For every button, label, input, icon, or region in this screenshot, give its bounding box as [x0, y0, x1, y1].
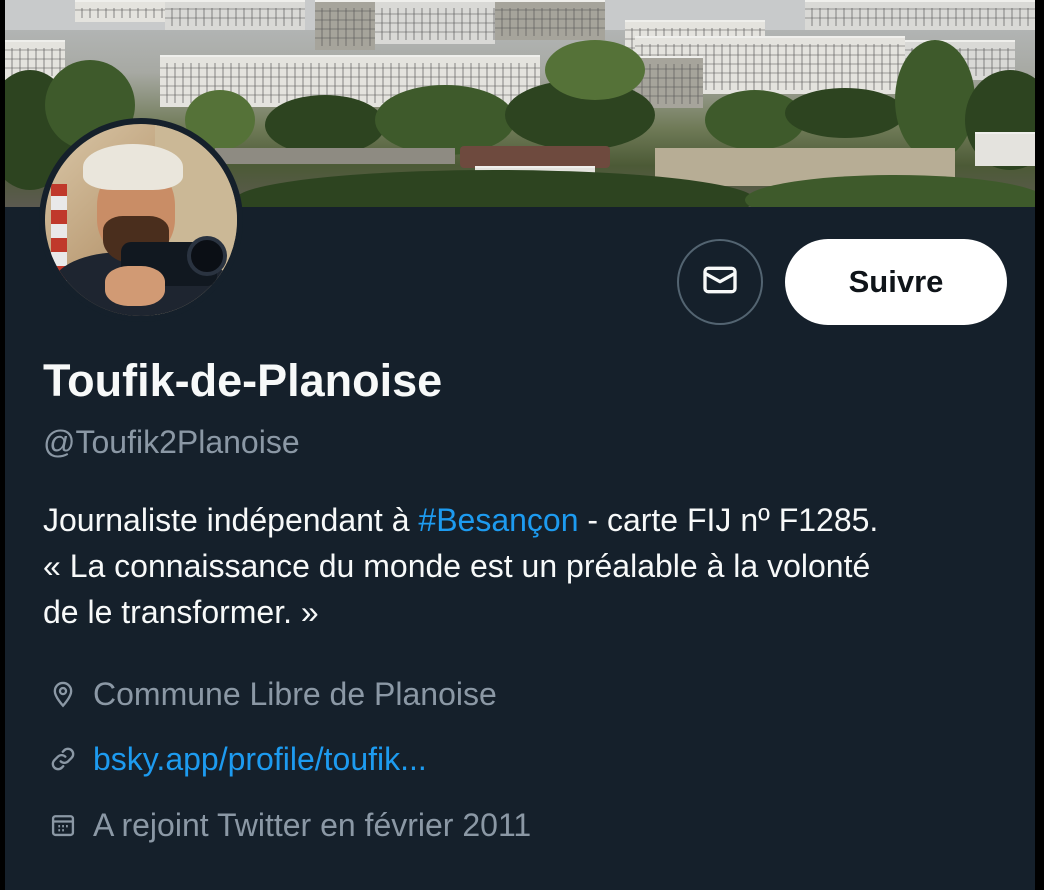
follow-button[interactable]: Suivre [785, 239, 1007, 325]
profile-website: bsky.app/profile/toufik... [45, 737, 427, 781]
profile-location: Commune Libre de Planoise [45, 672, 497, 716]
display-name: Toufik-de-Planoise [43, 355, 443, 406]
banner-building [165, 0, 305, 30]
calendar-icon [45, 807, 81, 843]
join-date-text: A rejoint Twitter en février 2011 [93, 806, 532, 843]
banner-building [375, 0, 495, 44]
website-link[interactable]: bsky.app/profile/toufik... [93, 741, 427, 778]
banner-tree [375, 85, 515, 155]
message-button[interactable] [677, 239, 763, 325]
location-text: Commune Libre de Planoise [93, 675, 497, 712]
bio-hashtag-link[interactable]: #Besançon [418, 502, 578, 538]
profile-screen: Suivre Toufik-de-Planoise @Toufik2Planoi… [5, 0, 1035, 890]
banner-building [315, 0, 375, 50]
avatar-photo [45, 124, 237, 316]
link-icon [45, 741, 81, 777]
banner-roof [460, 146, 610, 168]
user-handle: @Toufik2Planoise [43, 424, 300, 460]
profile-bio: Journaliste indépendant à #Besançon - ca… [43, 497, 1023, 635]
banner-tree [785, 88, 905, 138]
bio-quote-line: de le transformer. » [43, 594, 319, 630]
banner-tree [265, 95, 385, 155]
bio-quote-line: « La connaissance du monde est un préala… [43, 548, 871, 584]
banner-building [495, 0, 605, 40]
banner-building [75, 0, 165, 22]
banner-building [975, 132, 1035, 166]
envelope-icon [700, 260, 740, 305]
bio-text: Journaliste indépendant à [43, 502, 419, 538]
banner-tree [895, 40, 975, 160]
banner-tree [545, 40, 645, 100]
banner-road [215, 148, 455, 164]
profile-join-date: A rejoint Twitter en février 2011 [45, 803, 531, 847]
location-pin-icon [45, 676, 81, 712]
profile-avatar[interactable] [39, 118, 243, 322]
banner-building [805, 0, 1035, 30]
bio-text: - carte FIJ nº F1285. [578, 502, 879, 538]
